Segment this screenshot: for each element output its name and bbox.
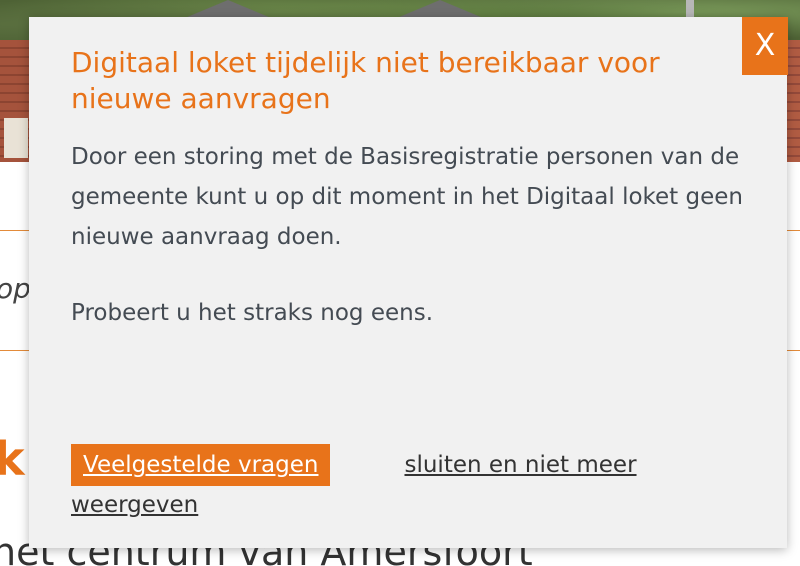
modal-paragraph: Probeert u het straks nog eens. (71, 300, 434, 326)
notice-modal: X Digitaal loket tijdelijk niet bereikba… (29, 17, 788, 548)
page: op k het centrum van Amersfoort X Digita… (0, 0, 800, 566)
hero-chimney (686, 0, 694, 18)
modal-paragraph: Door een storing met de Basisregistratie… (71, 144, 743, 250)
close-icon[interactable]: X (742, 17, 788, 75)
faq-button[interactable]: Veelgestelde vragen (71, 444, 331, 486)
modal-actions: Veelgestelde vragen sluiten en niet meer … (71, 444, 711, 524)
modal-body: Door een storing met de Basisregistratie… (71, 137, 761, 369)
modal-title: Digitaal loket tijdelijk niet bereikbaar… (71, 46, 660, 115)
background-text-fragment: op (0, 272, 31, 305)
background-heading-fragment: k (0, 432, 25, 486)
